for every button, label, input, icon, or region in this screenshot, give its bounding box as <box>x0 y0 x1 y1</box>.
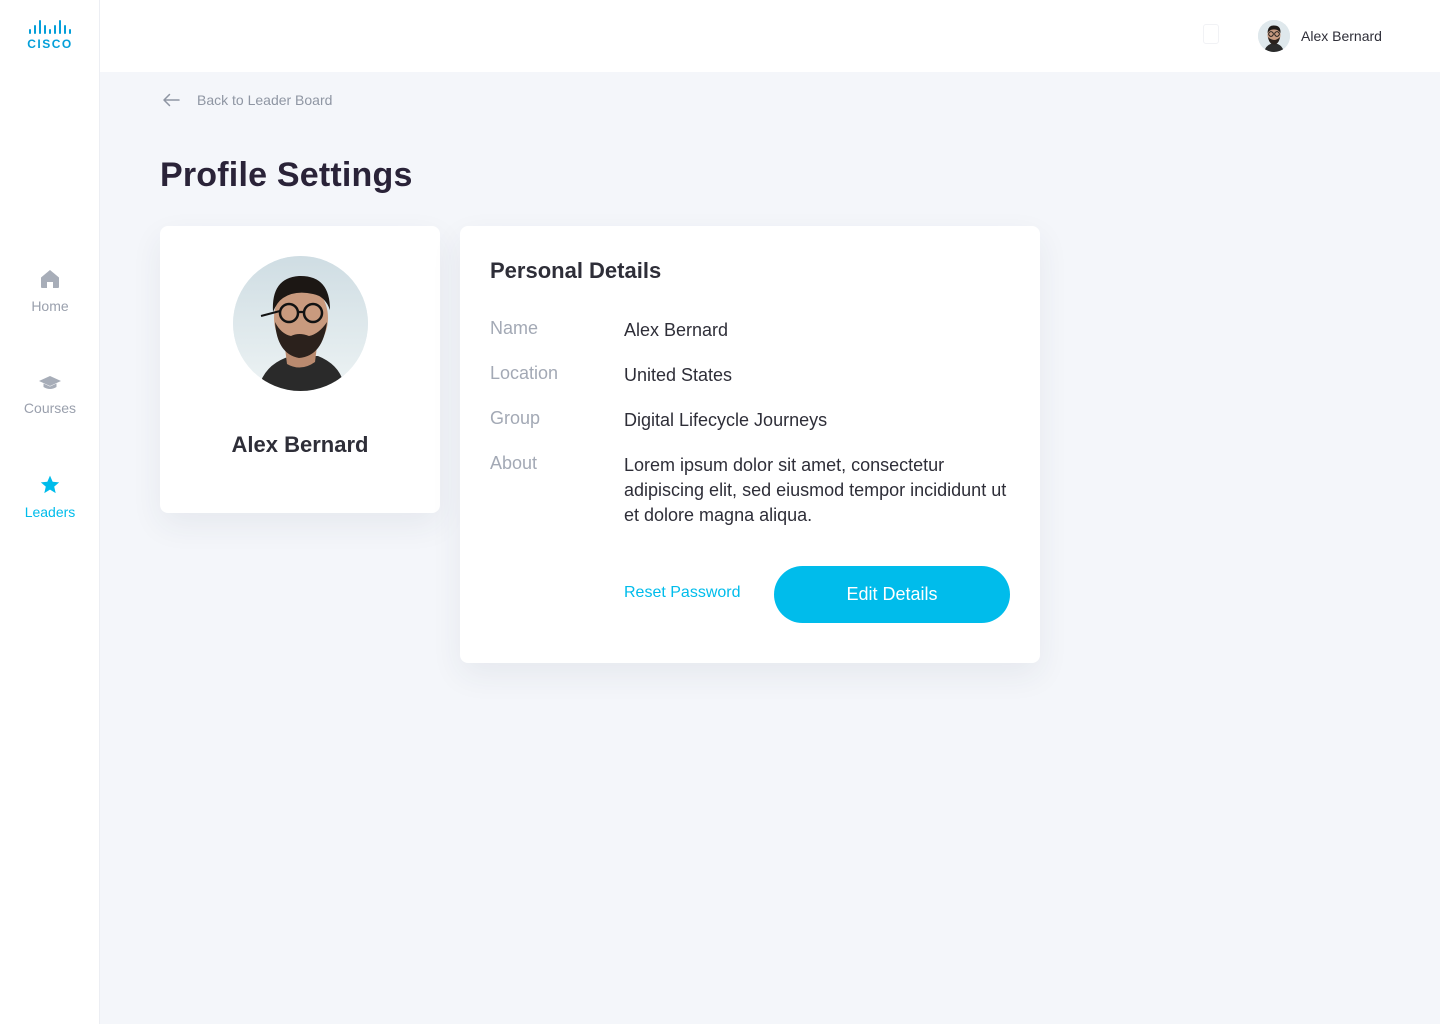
detail-label: Location <box>490 363 559 383</box>
detail-value: United States <box>624 365 733 385</box>
sidebar-item-courses[interactable]: Courses <box>0 374 100 416</box>
profile-card: Alex Bernard <box>160 226 440 513</box>
sidebar-item-leaders[interactable]: Leaders <box>0 474 100 520</box>
logo-bars-icon <box>20 20 80 34</box>
back-to-leader-board-link[interactable]: Back to Leader Board <box>162 92 332 108</box>
cisco-logo[interactable]: CISCO <box>20 20 80 54</box>
profile-name: Alex Bernard <box>231 432 369 457</box>
sidebar: CISCO Home Courses Leaders <box>0 0 100 1024</box>
page-title: Profile Settings <box>160 156 413 194</box>
detail-label: Group <box>490 408 541 428</box>
edit-details-button[interactable]: Edit Details <box>774 566 1010 623</box>
back-link-label: Back to Leader Board <box>197 92 333 108</box>
sidebar-item-label: Leaders <box>24 504 76 520</box>
top-bar: Alex Bernard <box>100 0 1440 72</box>
detail-label: About <box>490 453 538 473</box>
detail-value: Digital Lifecycle Journeys <box>624 410 828 430</box>
detail-value: Lorem ipsum dolor sit amet, consectetur … <box>624 455 1007 525</box>
logo-text: CISCO <box>27 37 73 51</box>
arrow-left-icon <box>163 93 180 107</box>
reset-password-link[interactable]: Reset Password <box>624 584 741 602</box>
section-title: Personal Details <box>490 258 662 283</box>
sidebar-item-home[interactable]: Home <box>0 268 100 314</box>
home-icon <box>41 270 59 288</box>
profile-photo <box>233 256 368 391</box>
user-menu[interactable]: Alex Bernard <box>1258 20 1382 52</box>
graduation-cap-icon <box>39 376 61 389</box>
detail-label: Name <box>490 318 539 338</box>
sidebar-item-label: Courses <box>23 400 77 416</box>
notification-icon[interactable] <box>1203 24 1219 44</box>
detail-value: Alex Bernard <box>624 320 729 340</box>
sidebar-item-label: Home <box>31 298 69 314</box>
user-avatar <box>1258 20 1290 52</box>
star-icon <box>40 475 60 494</box>
user-name: Alex Bernard <box>1301 28 1382 44</box>
personal-details-card: Personal Details Name Alex Bernard Locat… <box>460 226 1040 663</box>
